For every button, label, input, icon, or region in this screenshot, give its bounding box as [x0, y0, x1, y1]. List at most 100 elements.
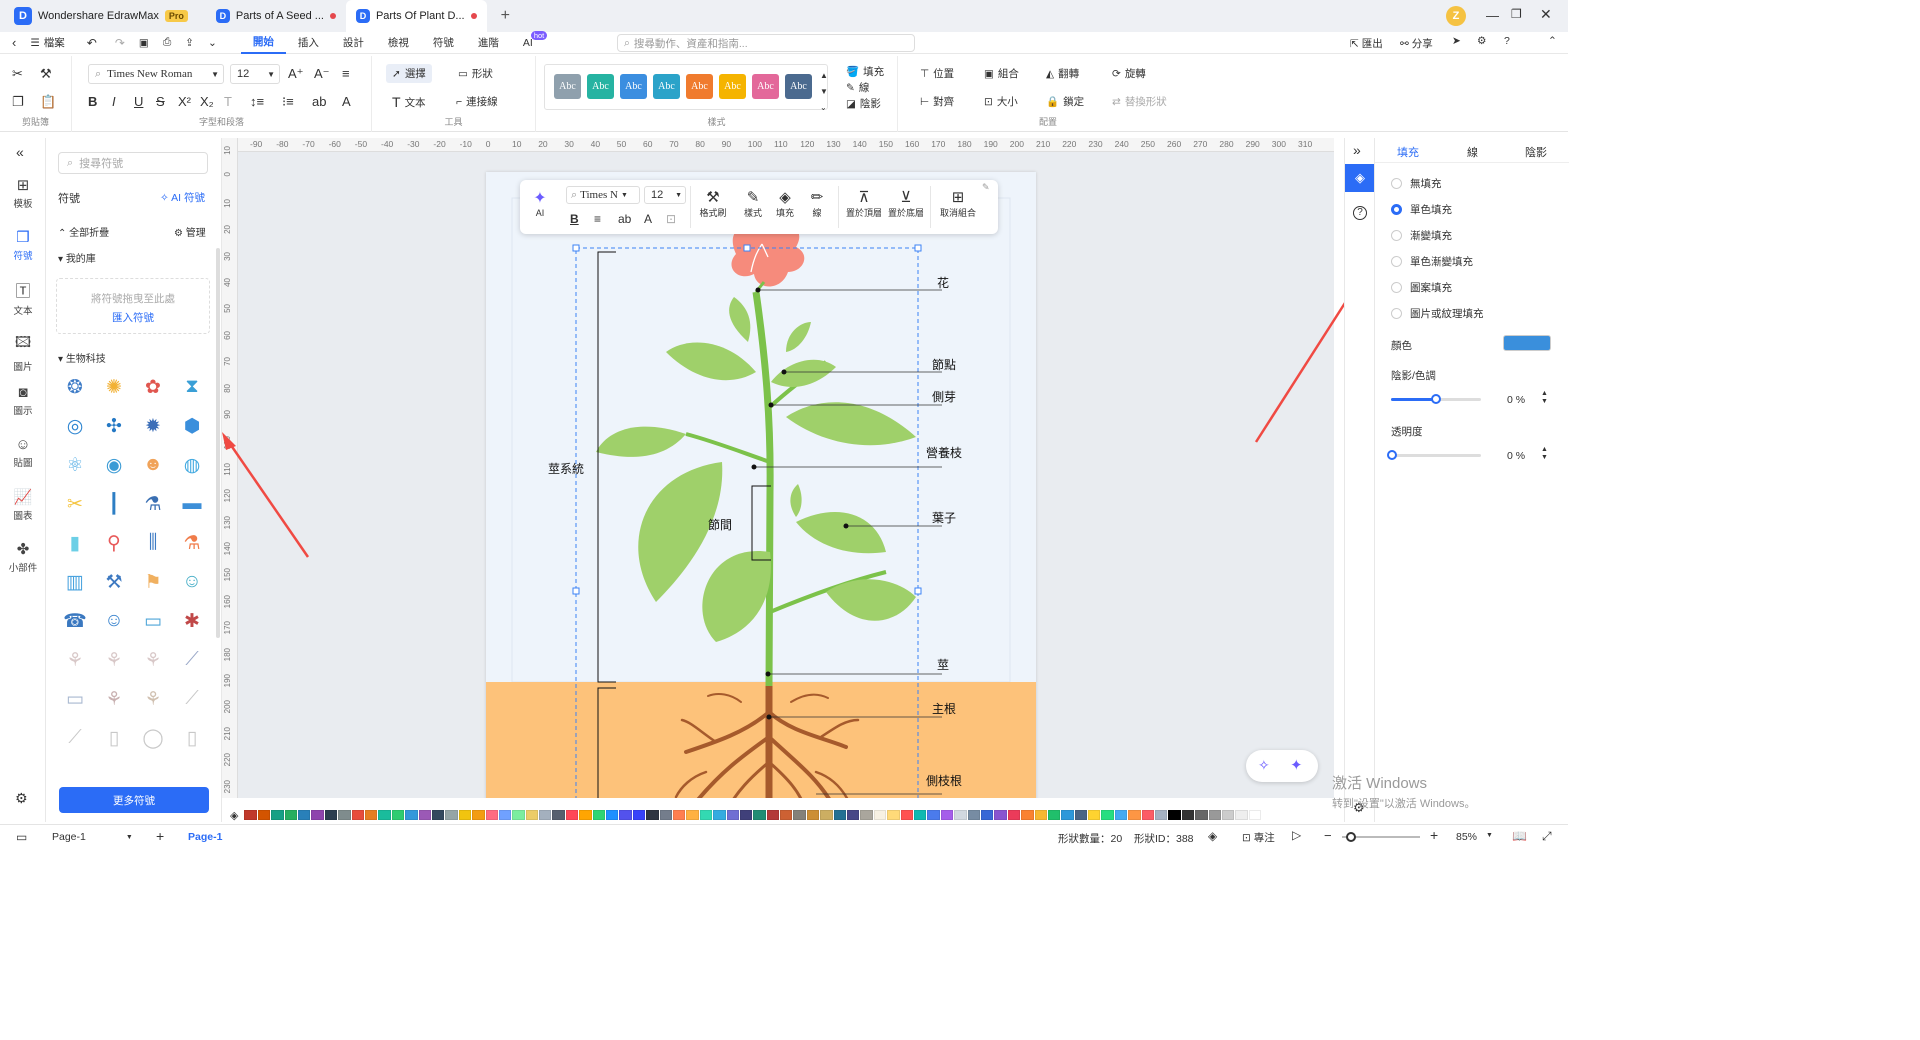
- italic-icon[interactable]: I: [112, 94, 116, 110]
- biotech-symbol[interactable]: ⚘: [60, 645, 90, 675]
- palette-color[interactable]: [244, 810, 257, 820]
- send-icon[interactable]: ➤: [1452, 35, 1461, 47]
- palette-color[interactable]: [271, 810, 284, 820]
- position-button[interactable]: ⊤ 位置: [920, 66, 954, 81]
- menu-home[interactable]: 開始: [240, 32, 286, 54]
- biotech-symbol[interactable]: ◎: [60, 411, 90, 441]
- shade-value[interactable]: 0 %: [1507, 394, 1525, 406]
- palette-color[interactable]: [1195, 810, 1208, 820]
- focus-button[interactable]: ⊡ 專注: [1242, 830, 1275, 845]
- palette-color[interactable]: [900, 810, 913, 820]
- expand-right-icon[interactable]: »: [1353, 142, 1361, 158]
- palette-color[interactable]: [458, 810, 472, 820]
- book-view-icon[interactable]: 📖: [1512, 829, 1527, 843]
- strikethrough-icon[interactable]: ≡: [594, 212, 601, 226]
- help-circle-icon[interactable]: ?: [1353, 206, 1367, 220]
- float-format-painter-button[interactable]: ⚒ 格式刷: [696, 188, 730, 219]
- palette-color[interactable]: [525, 810, 539, 820]
- biotech-category-header[interactable]: ▾ 生物科技: [58, 350, 106, 365]
- style-swatch[interactable]: Abc: [554, 74, 581, 99]
- palette-color[interactable]: [860, 810, 873, 820]
- biotech-symbol[interactable]: ⟋: [177, 645, 207, 675]
- biotech-symbol[interactable]: ⚘: [99, 684, 129, 714]
- doc-tab-plant[interactable]: D Parts Of Plant D...: [345, 0, 487, 32]
- label-main-root[interactable]: 主根: [932, 700, 956, 717]
- palette-color[interactable]: [1248, 810, 1262, 820]
- search-box[interactable]: ⌕ 搜尋動作、資產和指南...: [617, 34, 915, 52]
- palette-color[interactable]: [994, 810, 1007, 820]
- style-swatch[interactable]: Abc: [752, 74, 779, 99]
- palette-color[interactable]: [1128, 810, 1141, 820]
- palette-color[interactable]: [565, 810, 579, 820]
- palette-color[interactable]: [405, 810, 418, 820]
- palette-color[interactable]: [1235, 810, 1248, 820]
- select-button[interactable]: ➚ 選擇: [386, 64, 432, 83]
- palette-color[interactable]: [1114, 810, 1128, 820]
- biotech-symbol[interactable]: ✣: [99, 411, 129, 441]
- float-bring-front-button[interactable]: ⊼ 置於頂層: [844, 188, 884, 219]
- bold-icon[interactable]: B: [88, 94, 97, 110]
- clear-format-icon[interactable]: T: [224, 94, 232, 110]
- palette-color[interactable]: [1168, 810, 1181, 820]
- palette-color[interactable]: [257, 810, 271, 820]
- palette-color[interactable]: [485, 810, 498, 820]
- transparency-slider-thumb[interactable]: [1387, 450, 1397, 460]
- chevron-down-icon[interactable]: ▼: [1486, 832, 1493, 839]
- biotech-symbol[interactable]: ☻: [138, 450, 168, 480]
- option-no-fill[interactable]: 無填充: [1391, 176, 1442, 191]
- palette-color[interactable]: [418, 810, 431, 820]
- palette-color[interactable]: [606, 810, 619, 820]
- palette-color[interactable]: [1141, 810, 1155, 820]
- fill-panel-tab[interactable]: ◈: [1345, 164, 1375, 192]
- share-button[interactable]: ⚯ 分享: [1400, 36, 1433, 51]
- gallery-scroll-icon[interactable]: ▲ ▼ ⌄: [820, 68, 828, 116]
- label-stem-system[interactable]: 莖系統: [548, 460, 584, 477]
- palette-color[interactable]: [431, 810, 445, 820]
- float-ungroup-button[interactable]: ⊞ 取消組合: [936, 188, 980, 219]
- label-internode[interactable]: 節間: [708, 516, 732, 533]
- collapse-ribbon-icon[interactable]: ⌃: [1548, 35, 1557, 47]
- palette-color[interactable]: [472, 810, 485, 820]
- transparency-value[interactable]: 0 %: [1507, 450, 1525, 462]
- app-tab-home[interactable]: D Wondershare EdrawMax Pro: [0, 0, 198, 32]
- close-icon[interactable]: ✕: [1540, 6, 1552, 23]
- label-lateral-root[interactable]: 側枝根: [926, 772, 962, 789]
- shade-slider-thumb[interactable]: [1431, 394, 1441, 404]
- font-color-icon[interactable]: A: [644, 212, 652, 226]
- biotech-symbol[interactable]: ⚘: [138, 645, 168, 675]
- format-brush-icon[interactable]: ⚒: [40, 66, 52, 82]
- transparency-slider-track[interactable]: [1387, 450, 1481, 460]
- menu-ai[interactable]: AI hot: [511, 30, 548, 49]
- float-fill-button[interactable]: ◈ 填充: [770, 188, 800, 219]
- fill-button[interactable]: 🪣 填充: [846, 64, 884, 79]
- palette-color[interactable]: [1155, 810, 1168, 820]
- palette-color[interactable]: [1221, 810, 1235, 820]
- grow-font-icon[interactable]: A⁺: [288, 66, 304, 82]
- option-gradient-fill[interactable]: 漸變填充: [1391, 228, 1452, 243]
- palette-color[interactable]: [646, 810, 659, 820]
- float-ai-button[interactable]: ✦ AI: [530, 188, 550, 218]
- rail-stickers[interactable]: ☺ 貼圖: [0, 436, 46, 469]
- export-icon[interactable]: ⇪: [185, 37, 194, 49]
- palette-color[interactable]: [739, 810, 753, 820]
- palette-color[interactable]: [873, 810, 887, 820]
- save-icon[interactable]: ▣: [139, 37, 149, 49]
- menu-advanced[interactable]: 進階: [466, 35, 511, 50]
- option-single-gradient-fill[interactable]: 單色漸變填充: [1391, 254, 1473, 269]
- palette-color[interactable]: [632, 810, 646, 820]
- label-leaf[interactable]: 葉子: [932, 509, 956, 526]
- play-icon[interactable]: ▷: [1292, 828, 1301, 842]
- redo-icon[interactable]: ↷: [115, 36, 125, 50]
- strikethrough-icon[interactable]: S: [156, 94, 165, 110]
- palette-color[interactable]: [552, 810, 565, 820]
- line-spacing-icon[interactable]: ↕≡: [250, 94, 264, 110]
- float-size-select[interactable]: 12 ▼: [644, 186, 686, 204]
- line-button[interactable]: ✎ 線: [846, 80, 869, 95]
- palette-color[interactable]: [539, 810, 552, 820]
- palette-color[interactable]: [1088, 810, 1101, 820]
- biotech-symbol[interactable]: ⚲: [99, 528, 129, 558]
- biotech-symbol[interactable]: ▭: [60, 684, 90, 714]
- palette-color[interactable]: [914, 810, 927, 820]
- library-drop-zone[interactable]: 將符號拖曳至此處 匯入符號: [56, 278, 210, 334]
- label-stem[interactable]: 莖: [937, 656, 949, 673]
